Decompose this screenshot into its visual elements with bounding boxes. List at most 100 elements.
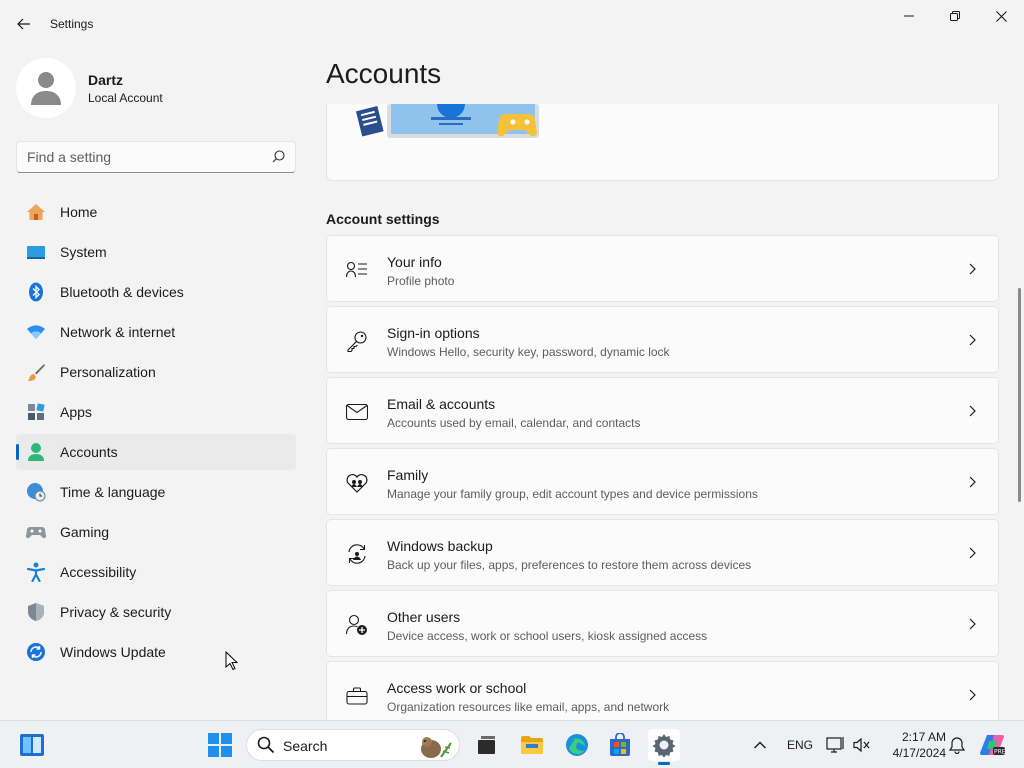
- sidebar-item-personalization[interactable]: Personalization: [16, 354, 296, 390]
- copilot-button[interactable]: PRE: [976, 729, 1008, 761]
- task-view-icon: [478, 736, 495, 754]
- card-subtitle: Windows Hello, security key, password, d…: [387, 345, 670, 359]
- notifications-button[interactable]: [941, 729, 973, 761]
- sidebar-item-apps[interactable]: Apps: [16, 394, 296, 430]
- sidebar-item-accessibility[interactable]: Accessibility: [16, 554, 296, 590]
- volume-tray-button[interactable]: [846, 729, 878, 761]
- bluetooth-icon: [26, 282, 46, 302]
- account-settings-list: Your info Profile photo Sign-in options …: [326, 235, 999, 732]
- sidebar-item-network-internet[interactable]: Network & internet: [16, 314, 296, 350]
- search-icon: [257, 736, 275, 754]
- mouse-cursor-icon: [225, 651, 238, 671]
- card-your-info[interactable]: Your info Profile photo: [326, 235, 999, 302]
- store-button[interactable]: [604, 729, 636, 761]
- card-title: Email & accounts: [387, 396, 496, 412]
- sidebar-item-label: Accessibility: [60, 564, 137, 580]
- chevron-right-icon: [969, 405, 976, 417]
- copilot-icon: PRE: [980, 735, 1005, 756]
- sidebar-item-label: Home: [60, 204, 98, 220]
- wifi-icon: [26, 322, 46, 342]
- card-family[interactable]: Family Manage your family group, edit ac…: [326, 448, 999, 515]
- shield-icon: [26, 602, 46, 622]
- accounts-illustration: [355, 104, 539, 138]
- sidebar-item-gaming[interactable]: Gaming: [16, 514, 296, 550]
- sidebar-item-label: Windows Update: [60, 644, 166, 660]
- key-icon: [345, 329, 369, 353]
- card-subtitle: Accounts used by email, calendar, and co…: [387, 416, 641, 430]
- input-language-indicator[interactable]: ENG: [787, 738, 813, 752]
- task-view-button[interactable]: [470, 729, 502, 761]
- accounts-icon: [26, 442, 46, 462]
- svg-text:PRE: PRE: [994, 749, 1005, 756]
- title-bar: Settings: [0, 0, 1024, 48]
- sidebar-item-label: Accounts: [60, 444, 118, 460]
- minimize-button[interactable]: [886, 0, 932, 32]
- taskbar: Search ENG 2:17 AM 4/17/2024 PRE: [0, 720, 1024, 768]
- chevron-right-icon: [969, 476, 976, 488]
- sidebar-item-label: Bluetooth & devices: [60, 284, 184, 300]
- back-button[interactable]: [10, 12, 38, 36]
- home-icon: [26, 202, 46, 222]
- search-box: [16, 141, 296, 173]
- avatar: [16, 58, 76, 118]
- close-button[interactable]: [978, 0, 1024, 32]
- card-title: Windows backup: [387, 538, 493, 554]
- card-email-accounts[interactable]: Email & accounts Accounts used by email,…: [326, 377, 999, 444]
- show-hidden-icons-button[interactable]: [744, 729, 776, 761]
- vertical-scrollbar[interactable]: [1018, 288, 1021, 502]
- sidebar-item-time-language[interactable]: Time & language: [16, 474, 296, 510]
- card-access-work-school[interactable]: Access work or school Organization resou…: [326, 661, 999, 728]
- person-avatar-icon: [31, 72, 61, 105]
- profile-card[interactable]: Dartz Local Account: [16, 58, 296, 122]
- backup-icon: [345, 542, 369, 566]
- taskbar-search-label: Search: [283, 738, 328, 754]
- accounts-banner: [326, 104, 999, 181]
- sidebar-item-windows-update[interactable]: Windows Update: [16, 634, 296, 670]
- sidebar-item-home[interactable]: Home: [16, 194, 296, 230]
- card-subtitle: Profile photo: [387, 274, 455, 288]
- card-subtitle: Device access, work or school users, kio…: [387, 629, 708, 643]
- chevron-right-icon: [969, 547, 976, 559]
- taskbar-clock[interactable]: 2:17 AM 4/17/2024: [876, 729, 946, 761]
- sidebar-item-label: Network & internet: [60, 324, 176, 340]
- restore-icon: [950, 11, 960, 21]
- card-sign-in-options[interactable]: Sign-in options Windows Hello, security …: [326, 306, 999, 373]
- card-title: Other users: [387, 609, 461, 625]
- sidebar-item-privacy-security[interactable]: Privacy & security: [16, 594, 296, 630]
- sidebar-item-accounts[interactable]: Accounts: [16, 434, 296, 470]
- chevron-up-icon: [754, 741, 766, 749]
- sidebar-item-label: System: [60, 244, 107, 260]
- sidebar-item-system[interactable]: System: [16, 234, 296, 270]
- folder-icon: [521, 736, 543, 754]
- store-icon: [610, 733, 630, 756]
- minimize-icon: [904, 15, 914, 17]
- globe-clock-icon: [26, 482, 46, 502]
- sidebar-item-label: Personalization: [60, 364, 156, 380]
- notification-bell-icon: [948, 737, 966, 754]
- sidebar-item-label: Privacy & security: [60, 604, 172, 620]
- card-other-users[interactable]: Other users Device access, work or schoo…: [326, 590, 999, 657]
- settings-taskbar-button[interactable]: [648, 729, 680, 765]
- search-input[interactable]: [27, 142, 267, 172]
- card-windows-backup[interactable]: Windows backup Back up your files, apps,…: [326, 519, 999, 586]
- edge-icon: [566, 734, 588, 756]
- section-title: Account settings: [326, 211, 440, 227]
- brush-icon: [26, 362, 46, 382]
- taskbar-search[interactable]: Search: [246, 729, 460, 761]
- widgets-button[interactable]: [16, 729, 48, 761]
- chevron-right-icon: [969, 689, 976, 701]
- start-button[interactable]: [204, 729, 236, 761]
- widgets-icon: [20, 734, 44, 756]
- apps-icon: [26, 402, 46, 422]
- gear-icon: [652, 734, 676, 757]
- system-icon: [26, 242, 46, 262]
- clock-date: 4/17/2024: [892, 746, 946, 760]
- file-explorer-button[interactable]: [516, 729, 548, 761]
- chevron-right-icon: [969, 334, 976, 346]
- edge-button[interactable]: [561, 729, 593, 761]
- sidebar-item-bluetooth-devices[interactable]: Bluetooth & devices: [16, 274, 296, 310]
- display-network-icon: [826, 737, 844, 753]
- restore-button[interactable]: [932, 0, 978, 32]
- card-title: Sign-in options: [387, 325, 480, 341]
- close-icon: [995, 10, 1007, 22]
